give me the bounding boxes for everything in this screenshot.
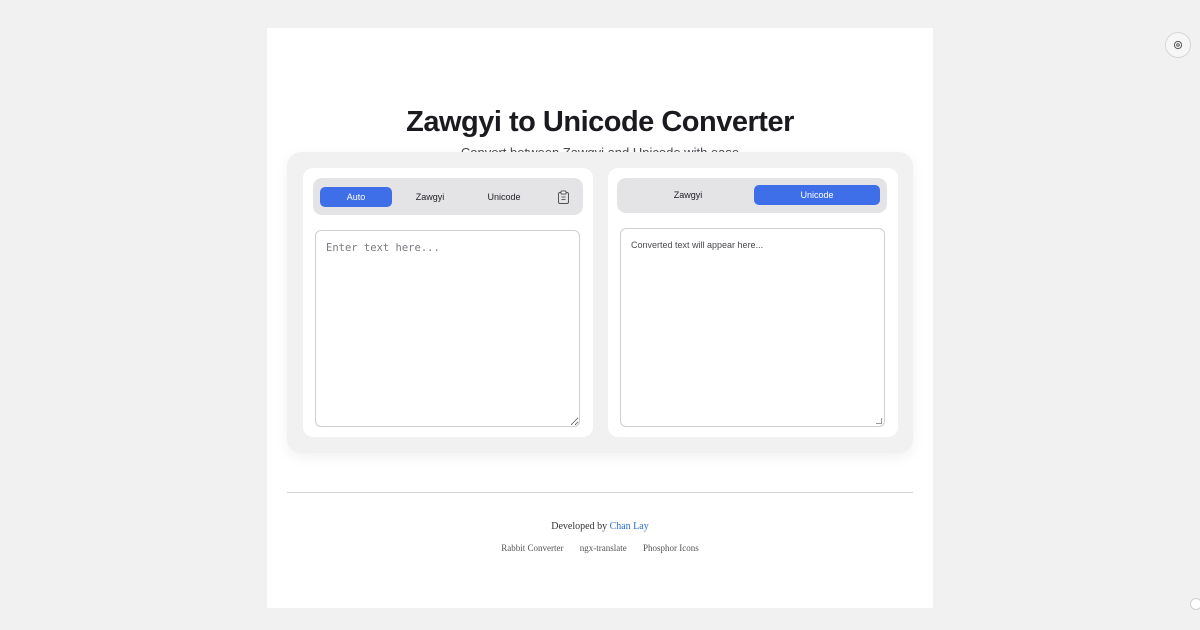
- developed-by-text: Developed by: [551, 521, 608, 532]
- footer-links: Rabbit Converter ngx-translate Phosphor …: [0, 543, 1200, 553]
- settings-icon: [1173, 40, 1183, 50]
- footer-link-rabbit[interactable]: Rabbit Converter: [501, 543, 563, 553]
- output-mode-zawgyi-button[interactable]: Zawgyi: [625, 185, 751, 205]
- output-placeholder: Converted text will appear here...: [631, 240, 764, 250]
- output-textarea[interactable]: Converted text will appear here...: [620, 228, 885, 427]
- clipboard-icon[interactable]: [557, 190, 570, 204]
- output-resize-handle[interactable]: [876, 418, 882, 424]
- footer-link-ngx-translate[interactable]: ngx-translate: [580, 543, 627, 553]
- input-mode-unicode-button[interactable]: Unicode: [468, 187, 540, 207]
- output-mode-unicode-button[interactable]: Unicode: [754, 185, 880, 205]
- page-title: Zawgyi to Unicode Converter: [406, 106, 794, 138]
- footer-divider: [287, 492, 913, 493]
- input-textarea[interactable]: [315, 230, 580, 427]
- settings-button[interactable]: [1165, 32, 1191, 58]
- input-mode-auto-button[interactable]: Auto: [320, 187, 392, 207]
- author-link[interactable]: Chan Lay: [610, 521, 649, 532]
- corner-handle: [1190, 598, 1200, 610]
- input-mode-zawgyi-button[interactable]: Zawgyi: [395, 187, 465, 207]
- footer-link-phosphor[interactable]: Phosphor Icons: [643, 543, 699, 553]
- developer-credit: Developed by Chan Lay: [0, 521, 1200, 532]
